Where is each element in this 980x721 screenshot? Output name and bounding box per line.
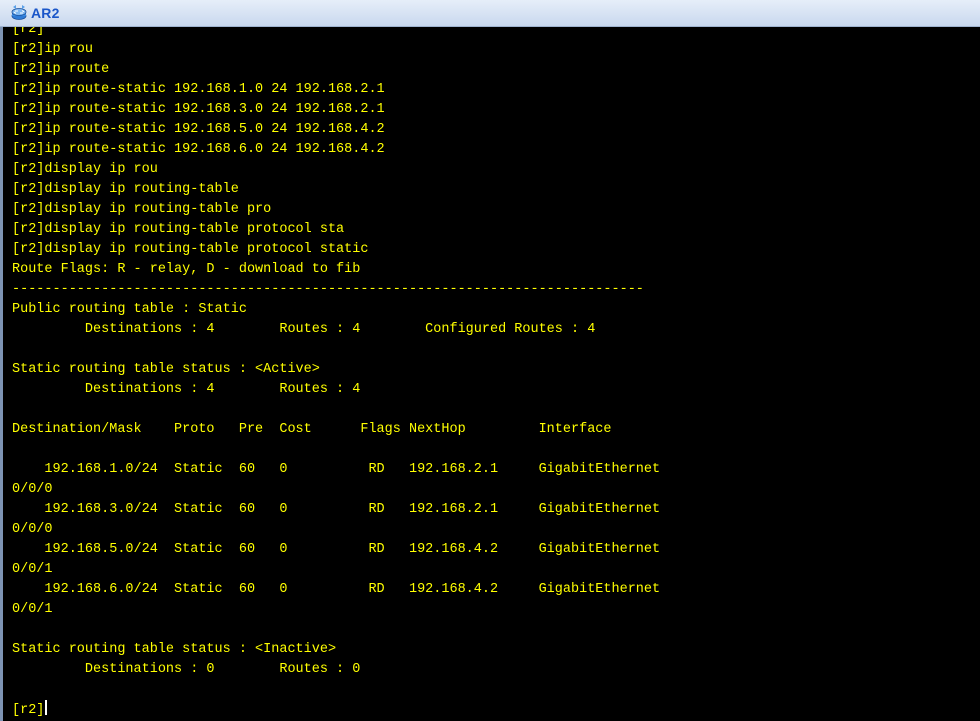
terminal-line-text: Destinations : 0 Routes : 0 — [12, 662, 361, 677]
terminal-line: Destination/Mask Proto Pre Cost Flags Ne… — [12, 420, 660, 440]
router-icon — [10, 4, 28, 22]
terminal-line-text: Static routing table status : <Inactive> — [12, 642, 337, 657]
terminal-line: 192.168.6.0/24 Static 60 0 RD 192.168.4.… — [12, 580, 660, 600]
command-prompt[interactable]: [r2] — [12, 700, 660, 720]
terminal-line: ----------------------------------------… — [12, 280, 660, 300]
terminal-line: Destinations : 4 Routes : 4 Configured R… — [12, 320, 660, 340]
terminal-line-text: [r2]ip route-static 192.168.3.0 24 192.1… — [12, 102, 385, 117]
terminal-line-text: [r2]ip route-static 192.168.6.0 24 192.1… — [12, 142, 385, 157]
terminal-line: [r2]display ip routing-table protocol st… — [12, 220, 660, 240]
terminal-line-text: Static routing table status : <Active> — [12, 362, 320, 377]
terminal-line: [r2]ip route-static 192.168.5.0 24 192.1… — [12, 120, 660, 140]
terminal-line: Destinations : 0 Routes : 0 — [12, 660, 660, 680]
terminal-line-text: 0/0/1 — [12, 562, 53, 577]
terminal-line-text: [r2]display ip rou — [12, 162, 158, 177]
terminal-line-text: 192.168.6.0/24 Static 60 0 RD 192.168.4.… — [12, 582, 661, 597]
terminal-line-text: [r2] — [12, 703, 45, 718]
terminal-line: [r2]ip route-static 192.168.1.0 24 192.1… — [12, 80, 660, 100]
terminal-output: [r2] [r2]ip rou [r2]ip route [r2]ip route-s… — [12, 27, 660, 720]
window-title: AR2 — [31, 5, 60, 21]
terminal-line: 0/0/0 — [12, 520, 660, 540]
terminal-line-text: [r2]ip rou — [12, 42, 94, 57]
terminal-line: [r2]ip rou — [12, 40, 660, 60]
terminal-line: [r2] — [12, 27, 660, 40]
terminal-line-text: 0/0/0 — [12, 482, 53, 497]
terminal-line-text: Destinations : 4 Routes : 4 — [12, 382, 361, 397]
terminal-line: [r2]ip route — [12, 60, 660, 80]
terminal-line-text: [r2]display ip routing-table protocol st… — [12, 242, 369, 257]
terminal-line: [r2]display ip routing-table protocol st… — [12, 240, 660, 260]
title-bar[interactable]: AR2 — [0, 0, 980, 27]
terminal-line: Route Flags: R - relay, D - download to … — [12, 260, 660, 280]
terminal-line-text: [r2] — [12, 27, 45, 37]
terminal-line-text: Destinations : 4 Routes : 4 Configured R… — [12, 322, 596, 337]
terminal-line-text: 192.168.5.0/24 Static 60 0 RD 192.168.4.… — [12, 542, 661, 557]
terminal-line: [r2]display ip routing-table pro — [12, 200, 660, 220]
terminal-line: [r2]ip route-static 192.168.6.0 24 192.1… — [12, 140, 660, 160]
terminal-line-text: [r2]display ip routing-table pro — [12, 202, 272, 217]
terminal-line-text: 0/0/1 — [12, 602, 53, 617]
terminal-line-text: Destination/Mask Proto Pre Cost Flags Ne… — [12, 422, 612, 437]
terminal-line-text: Route Flags: R - relay, D - download to … — [12, 262, 361, 277]
terminal-line-text: [r2]display ip routing-table protocol st… — [12, 222, 345, 237]
terminal-line: 192.168.1.0/24 Static 60 0 RD 192.168.2.… — [12, 460, 660, 480]
terminal-line: 192.168.5.0/24 Static 60 0 RD 192.168.4.… — [12, 540, 660, 560]
terminal-line-text: [r2]ip route — [12, 62, 110, 77]
terminal-line-text: 192.168.3.0/24 Static 60 0 RD 192.168.2.… — [12, 502, 661, 517]
terminal-line: Destinations : 4 Routes : 4 — [12, 380, 660, 400]
terminal-line: [r2]ip route-static 192.168.3.0 24 192.1… — [12, 100, 660, 120]
terminal-line-text: ----------------------------------------… — [12, 282, 644, 297]
terminal-line-text: [r2]display ip routing-table — [12, 182, 239, 197]
terminal-console[interactable]: [r2] [r2]ip rou [r2]ip route [r2]ip route-s… — [0, 27, 980, 721]
terminal-line: 0/0/0 — [12, 480, 660, 500]
terminal-window: AR2 [r2] [r2]ip rou [r2]ip route [r2]ip rou… — [0, 0, 980, 721]
terminal-line: 0/0/1 — [12, 600, 660, 620]
text-cursor — [45, 700, 48, 715]
terminal-line: Static routing table status : <Inactive> — [12, 640, 660, 660]
terminal-line: 192.168.3.0/24 Static 60 0 RD 192.168.2.… — [12, 500, 660, 520]
terminal-line-text: Public routing table : Static — [12, 302, 247, 317]
terminal-line: Public routing table : Static — [12, 300, 660, 320]
terminal-line: [r2]display ip rou — [12, 160, 660, 180]
terminal-line-text: [r2]ip route-static 192.168.5.0 24 192.1… — [12, 122, 385, 137]
terminal-line-text: [r2]ip route-static 192.168.1.0 24 192.1… — [12, 82, 385, 97]
terminal-line: 0/0/1 — [12, 560, 660, 580]
terminal-line-text: 192.168.1.0/24 Static 60 0 RD 192.168.2.… — [12, 462, 661, 477]
terminal-line-text: 0/0/0 — [12, 522, 53, 537]
terminal-line: Static routing table status : <Active> — [12, 360, 660, 380]
terminal-line: [r2]display ip routing-table — [12, 180, 660, 200]
